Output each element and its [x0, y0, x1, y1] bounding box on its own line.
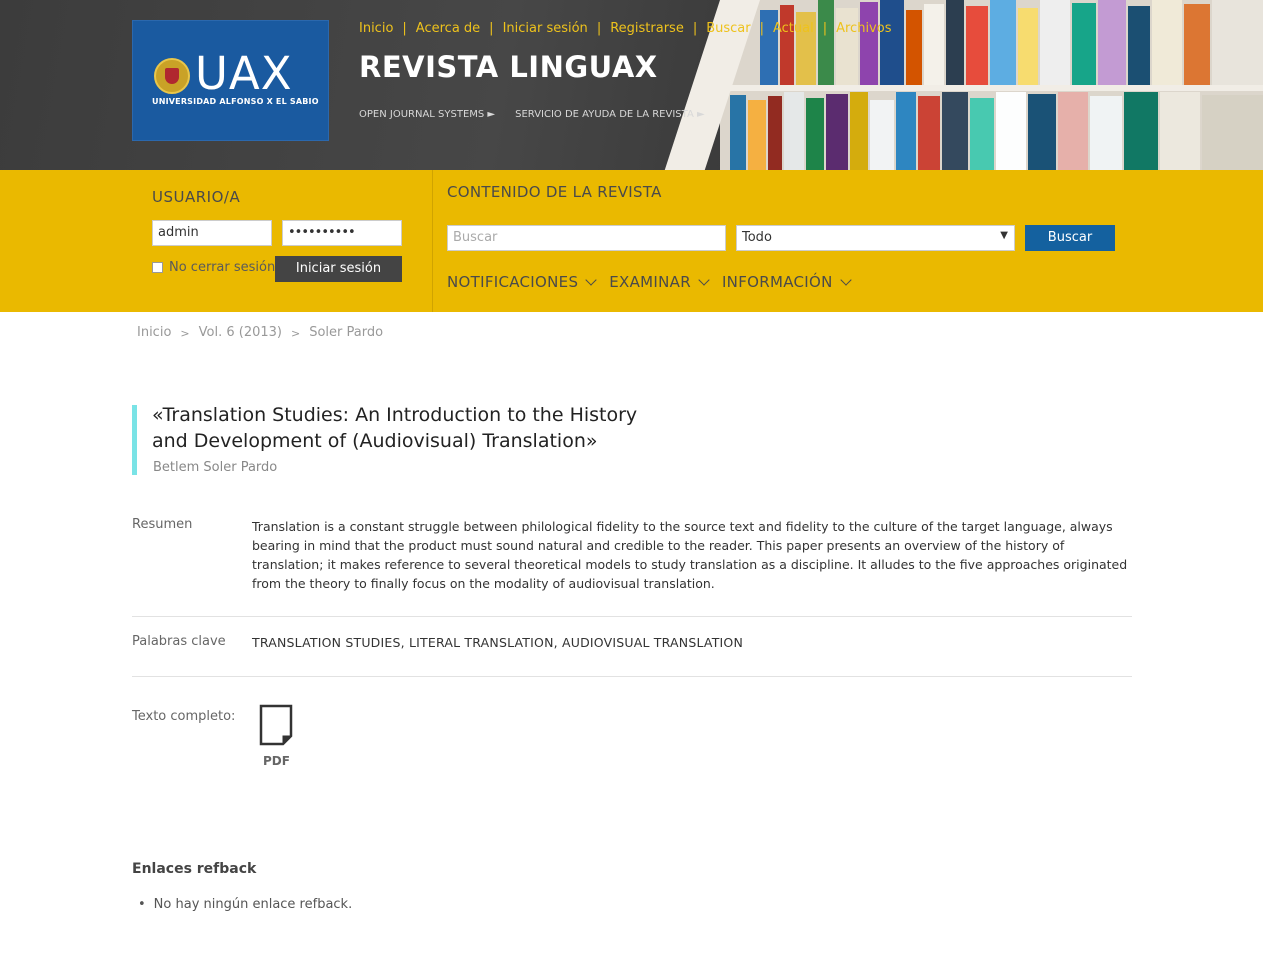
menu-notificaciones-label: NOTIFICACIONES — [447, 273, 579, 291]
nav-acerca-de[interactable]: Acerca de — [416, 21, 480, 36]
subnav-open-journal-systems[interactable]: OPEN JOURNAL SYSTEMS ► — [359, 109, 495, 120]
abstract-label: Resumen — [132, 517, 193, 532]
remember-checkbox[interactable] — [152, 262, 163, 273]
article-title-line2: and Development of (Audiovisual) Transla… — [152, 430, 598, 452]
fulltext-label: Texto completo: — [132, 709, 236, 724]
abstract-text: Translation is a constant struggle betwe… — [252, 519, 1128, 591]
menu-informacion[interactable]: INFORMACIÓN — [721, 273, 852, 291]
dropdown-arrow-icon: ▼ — [1000, 230, 1008, 241]
logo-text: UAX — [195, 47, 293, 100]
search-input[interactable]: Buscar — [447, 225, 726, 251]
pdf-link[interactable]: PDF — [263, 754, 290, 768]
subnav-help[interactable]: SERVICIO DE AYUDA DE LA REVISTA ► — [515, 109, 705, 120]
chevron-down-icon — [585, 273, 597, 286]
refback-item-text: No hay ningún enlace refback. — [153, 897, 353, 912]
divider — [132, 616, 1132, 617]
toolbar-panel: USUARIO/A admin •••••••••• No cerrar ses… — [0, 170, 1263, 312]
university-seal-icon — [154, 58, 190, 94]
search-scope-select[interactable]: Todo ▼ — [736, 225, 1015, 251]
refback-list-item: • No hay ningún enlace refback. — [138, 897, 353, 912]
remember-me[interactable]: No cerrar sesión — [152, 260, 275, 275]
site-title[interactable]: REVISTA LINGUAX — [359, 50, 658, 84]
menu-notificaciones[interactable]: NOTIFICACIONES — [447, 273, 597, 291]
login-title: USUARIO/A — [152, 188, 241, 206]
title-accent-bar — [132, 405, 137, 475]
password-input[interactable]: •••••••••• — [282, 220, 402, 246]
uax-logo[interactable]: UAX UNIVERSIDAD ALFONSO X EL SABIO — [132, 20, 329, 141]
journal-menu: NOTIFICACIONES EXAMINAR INFORMACIÓN — [447, 273, 864, 291]
nav-registrarse[interactable]: Registrarse — [610, 21, 684, 36]
remember-label: No cerrar sesión — [169, 260, 276, 275]
site-header: UAX UNIVERSIDAD ALFONSO X EL SABIO Inici… — [0, 0, 1263, 170]
keywords-label: Palabras clave — [132, 634, 226, 649]
search-button[interactable]: Buscar — [1025, 225, 1115, 251]
journal-content-title: CONTENIDO DE LA REVISTA — [447, 183, 662, 201]
login-button[interactable]: Iniciar sesión — [275, 256, 402, 282]
breadcrumb-current[interactable]: Soler Pardo — [309, 325, 383, 342]
breadcrumb: Inicio > Vol. 6 (2013) > Soler Pardo — [137, 325, 384, 342]
username-input[interactable]: admin — [152, 220, 272, 246]
nav-iniciar-sesion[interactable]: Iniciar sesión — [503, 21, 588, 36]
search-scope-value: Todo — [742, 230, 772, 245]
keywords-text: TRANSLATION STUDIES, LITERAL TRANSLATION… — [252, 635, 744, 650]
nav-actual[interactable]: Actual — [773, 21, 814, 36]
article-author: Betlem Soler Pardo — [153, 460, 278, 475]
nav-archivos[interactable]: Archivos — [836, 21, 891, 36]
top-navigation: Inicio | Acerca de | Iniciar sesión | Regis… — [359, 21, 892, 36]
refback-title: Enlaces refback — [132, 861, 257, 877]
menu-examinar[interactable]: EXAMINAR — [609, 273, 710, 291]
article-title-line1: «Translation Studies: An Introduction to… — [152, 404, 638, 426]
menu-informacion-label: INFORMACIÓN — [721, 273, 833, 291]
article-title: «Translation Studies: An Introduction to… — [152, 402, 652, 454]
nav-inicio[interactable]: Inicio — [359, 21, 393, 36]
logo-subtitle: UNIVERSIDAD ALFONSO X EL SABIO — [152, 97, 319, 106]
chevron-down-icon — [839, 273, 852, 286]
breadcrumb-inicio[interactable]: Inicio — [137, 325, 171, 342]
menu-examinar-label: EXAMINAR — [609, 273, 691, 291]
breadcrumb-volume[interactable]: Vol. 6 (2013) — [199, 325, 282, 342]
panel-divider — [432, 170, 433, 312]
chevron-down-icon — [698, 273, 710, 286]
sub-navigation: OPEN JOURNAL SYSTEMS ► SERVICIO DE AYUDA… — [359, 109, 725, 120]
nav-buscar[interactable]: Buscar — [706, 21, 750, 36]
divider — [132, 676, 1132, 677]
